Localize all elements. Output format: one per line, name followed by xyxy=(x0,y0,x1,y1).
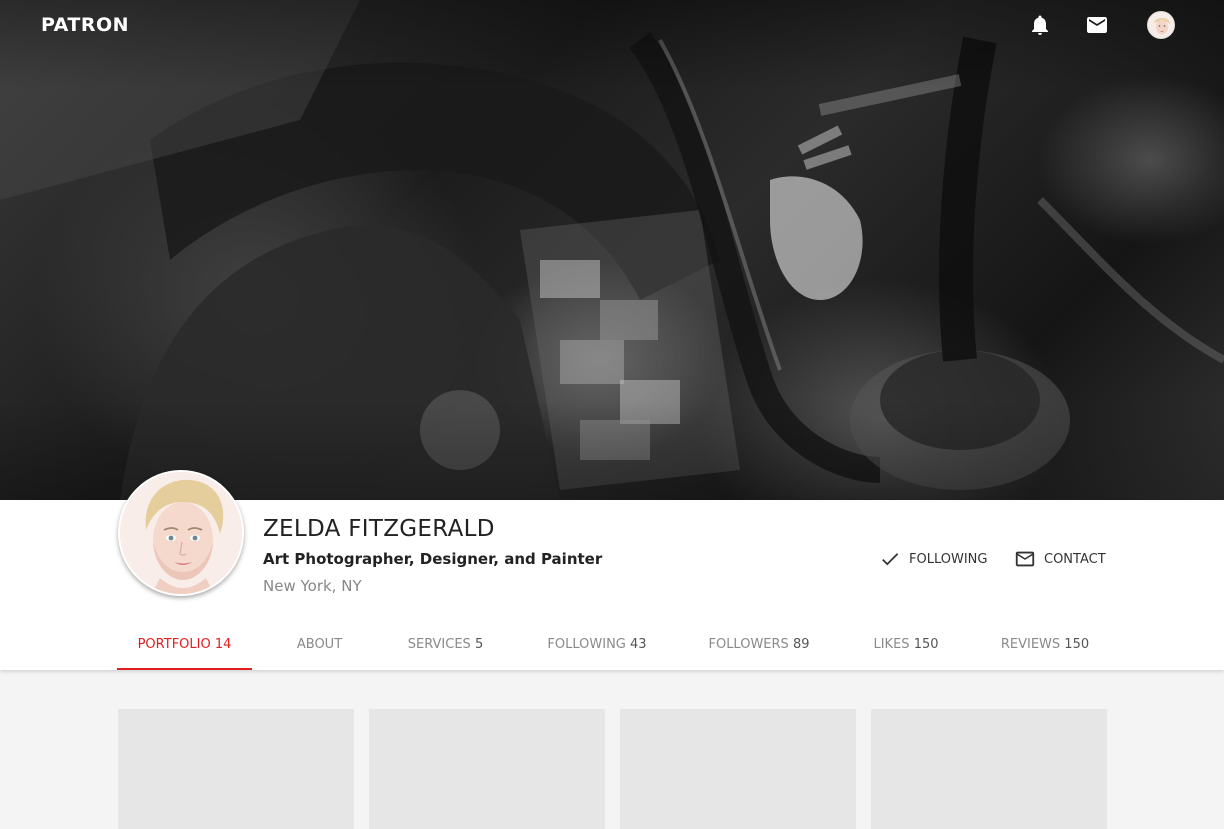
profile-avatar xyxy=(118,470,244,596)
profile-headline: Art Photographer, Designer, and Painter xyxy=(263,550,603,568)
portfolio-item[interactable] xyxy=(620,709,856,829)
tab-count: 89 xyxy=(792,637,810,652)
top-bar: PATRON xyxy=(0,0,1224,50)
tab-label: PORTFOLIO xyxy=(137,637,211,652)
contact-button-label: CONTACT xyxy=(1044,551,1106,567)
mail-icon[interactable] xyxy=(1085,13,1109,37)
cover-shade xyxy=(0,0,1224,500)
following-button[interactable]: FOLLOWING xyxy=(879,547,987,571)
portfolio-item[interactable] xyxy=(118,709,354,829)
tab-count: 150 xyxy=(1064,637,1090,652)
following-button-label: FOLLOWING xyxy=(909,551,988,567)
tab-count: 14 xyxy=(214,637,232,652)
bell-icon[interactable] xyxy=(1028,13,1052,37)
check-icon xyxy=(882,553,899,566)
cover-photo xyxy=(0,0,1224,500)
tab-label: FOLLOWING xyxy=(547,637,626,652)
profile-name: ZELDA FITZGERALD xyxy=(263,516,495,542)
mail-outline-icon xyxy=(1015,551,1035,567)
tab-followers[interactable]: FOLLOWERS 89 xyxy=(689,630,829,670)
brand-logo[interactable]: PATRON xyxy=(41,14,129,36)
tab-portfolio[interactable]: PORTFOLIO 14 xyxy=(117,630,252,670)
tab-count: 150 xyxy=(913,637,939,652)
tab-label: ABOUT xyxy=(296,637,343,652)
tab-about[interactable]: ABOUT xyxy=(252,630,387,670)
tab-label: LIKES xyxy=(873,637,910,652)
tab-reviews[interactable]: REVIEWS 150 xyxy=(987,630,1103,670)
tab-likes[interactable]: LIKES 150 xyxy=(853,630,959,670)
tab-services[interactable]: SERVICES 5 xyxy=(387,630,504,670)
portfolio-item[interactable] xyxy=(369,709,605,829)
user-avatar[interactable] xyxy=(1147,11,1175,39)
contact-button[interactable]: CONTACT xyxy=(1014,547,1106,571)
tab-label: FOLLOWERS xyxy=(708,637,789,652)
tab-count: 43 xyxy=(630,637,647,652)
profile-tabs: PORTFOLIO 14 ABOUT SERVICES 5 FOLLOWING … xyxy=(117,630,1107,670)
profile-page: PATRON ZELDA FITZGERALD Art Photographer… xyxy=(0,0,1224,829)
portfolio-item[interactable] xyxy=(871,709,1107,829)
tab-following[interactable]: FOLLOWING 43 xyxy=(527,630,667,670)
tab-label: REVIEWS xyxy=(1000,637,1061,652)
tab-count: 5 xyxy=(474,637,484,652)
tab-label: SERVICES xyxy=(407,637,471,652)
profile-location: New York, NY xyxy=(263,577,362,595)
